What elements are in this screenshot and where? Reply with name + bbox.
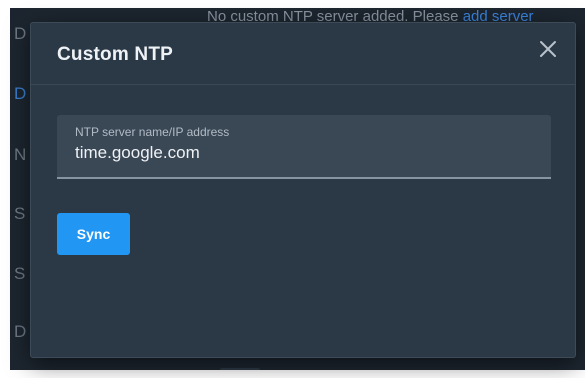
close-icon [540, 41, 556, 57]
ntp-server-input[interactable] [75, 143, 525, 163]
dialog-header: Custom NTP [31, 23, 575, 85]
viewport: No custom NTP server added. Please add s… [0, 0, 585, 378]
bg-row-label: D [14, 24, 27, 43]
ntp-server-label: NTP server name/IP address [75, 125, 230, 139]
custom-ntp-dialog: Custom NTP NTP server name/IP address Sy… [30, 22, 576, 358]
sync-button[interactable]: Sync [57, 213, 130, 255]
ntp-server-field[interactable]: NTP server name/IP address [57, 115, 551, 179]
bg-footer-bar [220, 368, 260, 370]
bg-row-label: S [14, 204, 26, 223]
bg-row-label: S [14, 264, 26, 283]
bg-row-label: D [14, 84, 27, 103]
dialog-title: Custom NTP [57, 44, 173, 65]
bg-row-label: N [14, 145, 27, 164]
close-button[interactable] [539, 40, 557, 58]
bg-row-label: D [14, 322, 27, 341]
